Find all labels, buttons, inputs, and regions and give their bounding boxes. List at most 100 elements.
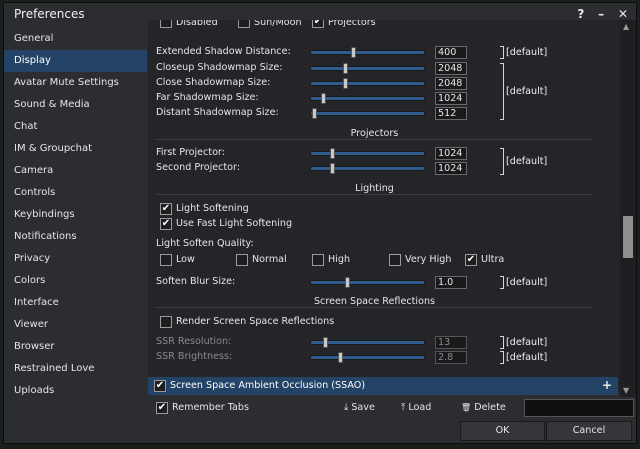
- remember-tabs-checkbox[interactable]: ✔: [156, 402, 168, 414]
- sidebar-item-camera[interactable]: Camera: [4, 160, 147, 182]
- sidebar-item-browser[interactable]: Browser: [4, 336, 147, 358]
- far-shadowmap-slider[interactable]: [310, 93, 425, 104]
- extended-default-button[interactable]: [default]: [506, 47, 547, 58]
- sidebar-item-display[interactable]: Display: [4, 50, 147, 72]
- expand-icon[interactable]: +: [602, 378, 612, 392]
- cancel-button[interactable]: Cancel: [546, 421, 632, 441]
- render-ssr-checkbox[interactable]: [160, 316, 172, 328]
- help-icon[interactable]: ?: [577, 7, 584, 21]
- sun-moon-checkbox[interactable]: [238, 20, 250, 28]
- scroll-down-icon[interactable]: ▼: [623, 386, 629, 395]
- slider-track[interactable]: [310, 50, 425, 55]
- slider-track[interactable]: [310, 111, 425, 116]
- close-shadowmap-label: Close Shadowmap Size:: [156, 77, 271, 88]
- slider-track[interactable]: [310, 81, 425, 86]
- slider-thumb[interactable]: [351, 47, 356, 58]
- light-softening-checkbox[interactable]: ✔: [160, 203, 172, 215]
- quality-very-high-checkbox[interactable]: [389, 254, 401, 266]
- projectors-checkbox[interactable]: ✔: [312, 20, 324, 28]
- soften-blur-size-value[interactable]: 1.0: [435, 276, 467, 289]
- ssr-brightness-slider[interactable]: [310, 352, 425, 363]
- distant-shadowmap-value[interactable]: 512: [435, 107, 467, 120]
- ssr-brightness-label: SSR Brightness:: [156, 351, 233, 362]
- close-shadowmap-slider[interactable]: [310, 78, 425, 89]
- slider-track[interactable]: [310, 66, 425, 71]
- sidebar-item-interface[interactable]: Interface: [4, 292, 147, 314]
- sidebar-item-avatar-mute-settings[interactable]: Avatar Mute Settings: [4, 72, 147, 94]
- quality-normal-checkbox[interactable]: [236, 254, 248, 266]
- panel-scrollbar[interactable]: ▲ ▼: [620, 20, 636, 398]
- sidebar-item-viewer[interactable]: Viewer: [4, 314, 147, 336]
- sidebar-item-colors[interactable]: Colors: [4, 270, 147, 292]
- fast-light-softening-checkbox[interactable]: ✔: [160, 218, 172, 230]
- extended-shadow-value[interactable]: 400: [435, 46, 467, 59]
- ssr-resolution-default-button[interactable]: [default]: [506, 337, 547, 348]
- render-ssr-label: Render Screen Space Reflections: [176, 316, 335, 327]
- ssao-accordion-header[interactable]: ✔ Screen Space Ambient Occlusion (SSAO) …: [148, 377, 618, 395]
- preset-combobox[interactable]: ▼: [524, 399, 634, 417]
- extended-shadow-slider[interactable]: [310, 47, 425, 58]
- sidebar-item-im-groupchat[interactable]: IM & Groupchat: [4, 138, 147, 160]
- sidebar-item-notifications[interactable]: Notifications: [4, 226, 147, 248]
- first-projector-slider[interactable]: [310, 148, 425, 159]
- ssr-brightness-value[interactable]: 2.8: [435, 351, 467, 364]
- slider-thumb[interactable]: [330, 163, 335, 174]
- slider-thumb[interactable]: [323, 337, 328, 348]
- sidebar-item-controls[interactable]: Controls: [4, 182, 147, 204]
- save-button[interactable]: ⤓ Save: [344, 402, 375, 413]
- slider-thumb[interactable]: [330, 148, 335, 159]
- delete-button[interactable]: 🗑 Delete: [461, 402, 506, 413]
- distant-shadowmap-slider[interactable]: [310, 108, 425, 119]
- close-icon[interactable]: ✕: [618, 7, 628, 21]
- quality-high-checkbox[interactable]: [312, 254, 324, 266]
- first-projector-value[interactable]: 1024: [435, 147, 467, 160]
- sidebar-item-restrained-love[interactable]: Restrained Love: [4, 358, 147, 380]
- slider-thumb[interactable]: [321, 93, 326, 104]
- closeup-shadowmap-label: Closeup Shadowmap Size:: [156, 62, 283, 73]
- second-projector-value[interactable]: 1024: [435, 162, 467, 175]
- far-shadowmap-value[interactable]: 1024: [435, 92, 467, 105]
- ssr-resolution-value[interactable]: 13: [435, 336, 467, 349]
- ssr-resolution-slider[interactable]: [310, 337, 425, 348]
- slider-thumb[interactable]: [343, 63, 348, 74]
- quality-ultra-checkbox[interactable]: ✔: [465, 254, 477, 266]
- slider-track[interactable]: [310, 96, 425, 101]
- disabled-checkbox[interactable]: [160, 20, 172, 28]
- load-button[interactable]: ⤒ Load: [401, 402, 431, 413]
- second-projector-slider[interactable]: [310, 163, 425, 174]
- quality-low-checkbox[interactable]: [160, 254, 172, 266]
- ssr-brightness-default-button[interactable]: [default]: [506, 352, 547, 363]
- closeup-shadowmap-slider[interactable]: [310, 63, 425, 74]
- closeup-shadowmap-value[interactable]: 2048: [435, 62, 467, 75]
- light-softening-label: Light Softening: [176, 203, 249, 214]
- slider-thumb[interactable]: [338, 352, 343, 363]
- sun-moon-label: Sun/Moon: [254, 20, 302, 28]
- scroll-up-icon[interactable]: ▲: [623, 22, 629, 31]
- soften-blur-size-slider[interactable]: [310, 277, 425, 288]
- slider-thumb[interactable]: [312, 108, 317, 119]
- bracket: [500, 63, 504, 120]
- slider-track[interactable]: [310, 151, 425, 156]
- scroll-thumb[interactable]: [623, 216, 633, 258]
- slider-track[interactable]: [310, 166, 425, 171]
- sidebar-item-sound-media[interactable]: Sound & Media: [4, 94, 147, 116]
- shadowmap-default-button[interactable]: [default]: [506, 86, 547, 97]
- sidebar-item-chat[interactable]: Chat: [4, 116, 147, 138]
- sidebar-item-privacy[interactable]: Privacy: [4, 248, 147, 270]
- projectors-check-label: Projectors: [328, 20, 376, 28]
- sidebar-item-general[interactable]: General: [4, 28, 147, 50]
- ok-button[interactable]: OK: [460, 421, 545, 441]
- ssao-checkbox[interactable]: ✔: [154, 380, 166, 392]
- slider-thumb[interactable]: [343, 78, 348, 89]
- slider-track[interactable]: [310, 355, 425, 360]
- save-icon: ⤓: [344, 402, 349, 413]
- slider-thumb[interactable]: [345, 277, 350, 288]
- sidebar-item-keybindings[interactable]: Keybindings: [4, 204, 147, 226]
- remember-tabs-label: Remember Tabs: [172, 402, 249, 413]
- slider-track[interactable]: [310, 280, 425, 285]
- close-shadowmap-value[interactable]: 2048: [435, 77, 467, 90]
- sidebar-item-uploads[interactable]: Uploads: [4, 380, 147, 402]
- blur-default-button[interactable]: [default]: [506, 277, 547, 288]
- projectors-default-button[interactable]: [default]: [506, 156, 547, 167]
- minimize-icon[interactable]: –: [598, 7, 604, 21]
